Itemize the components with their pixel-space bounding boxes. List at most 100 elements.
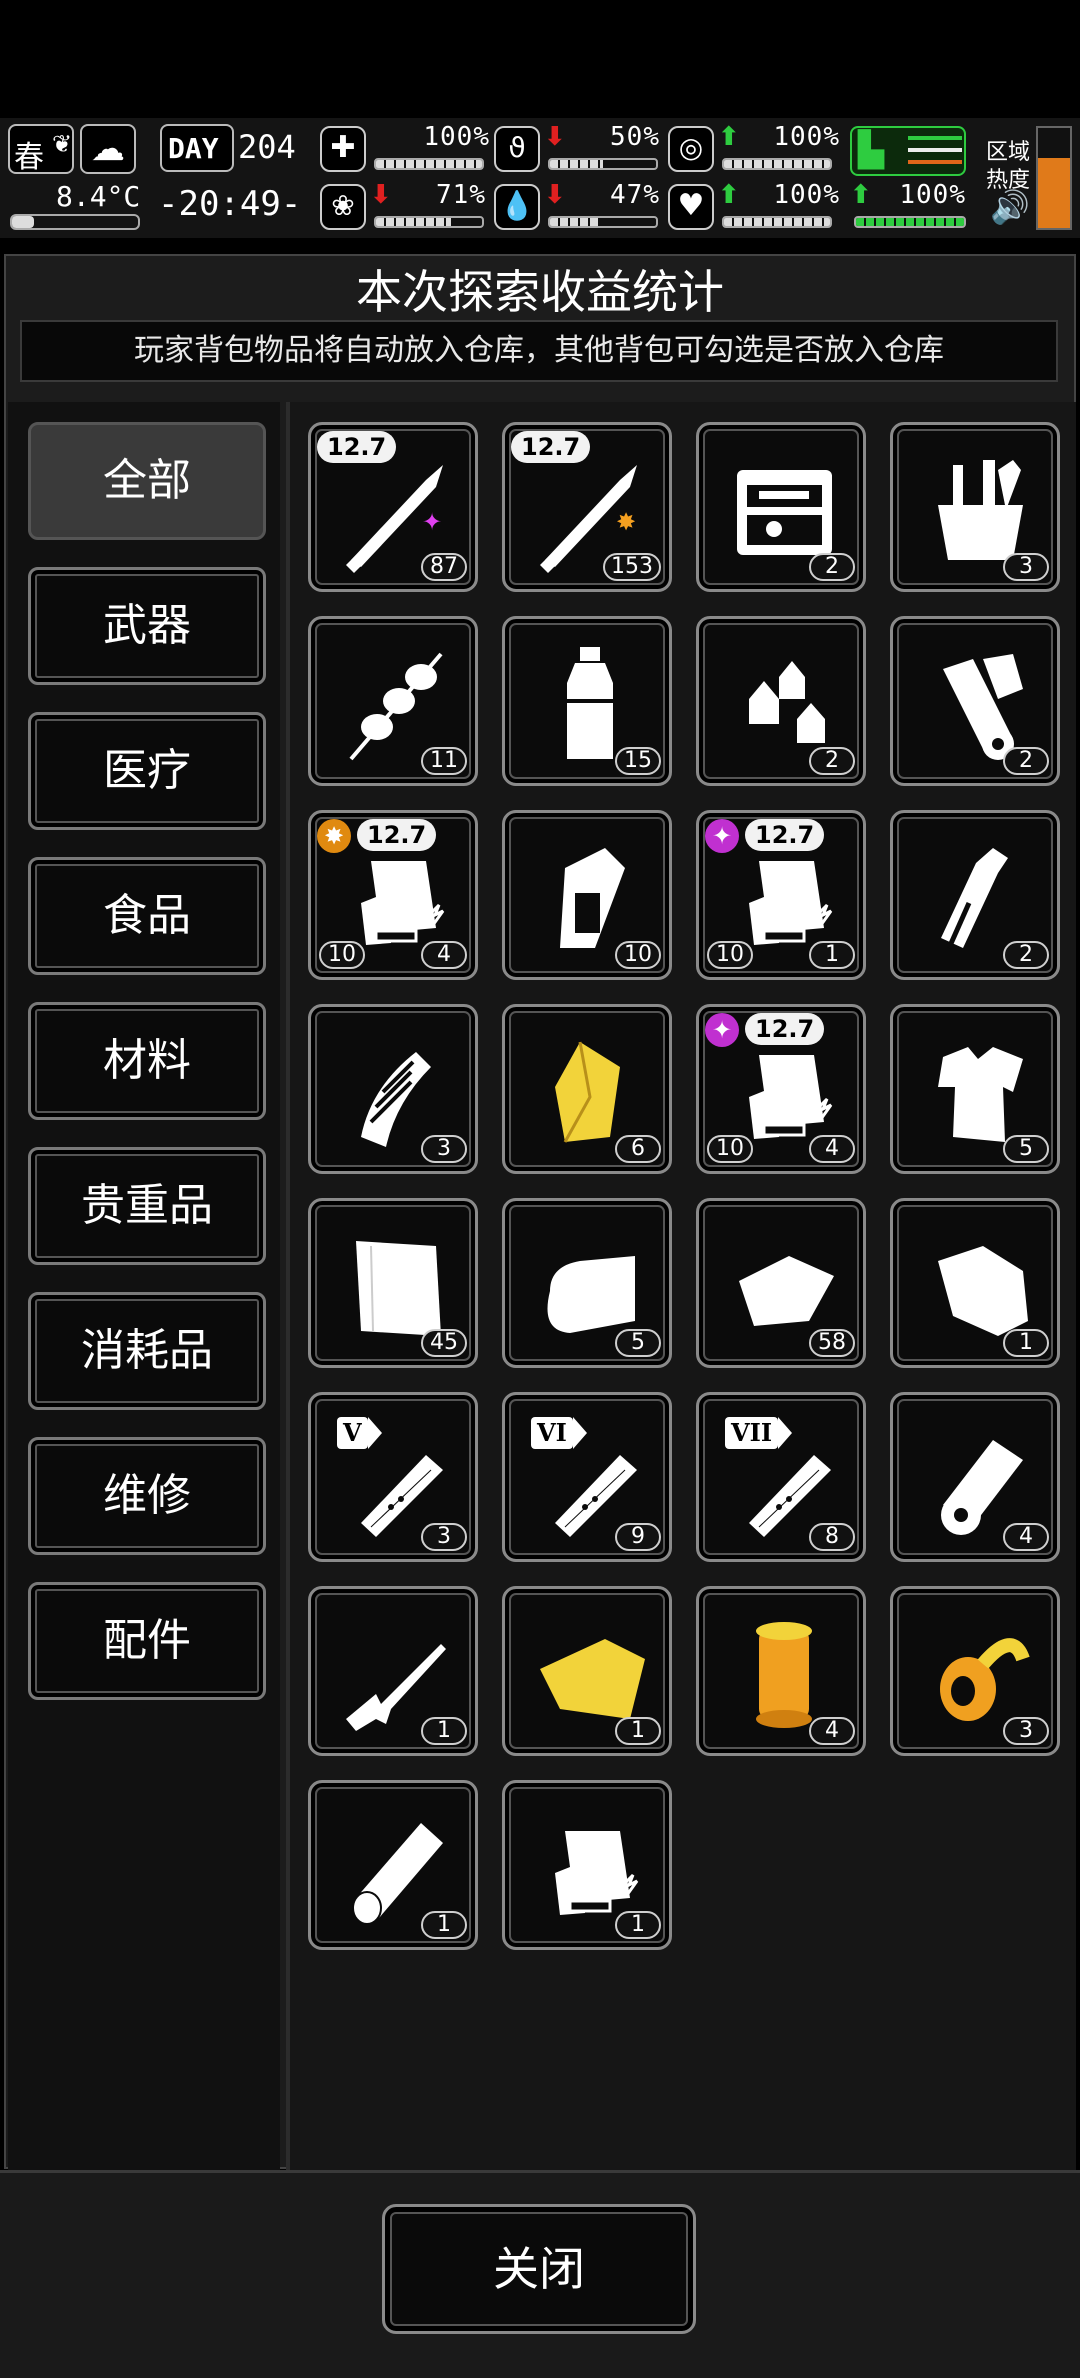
item-count: 1 (421, 1911, 467, 1939)
day-label: DAY (168, 132, 219, 165)
item-slot[interactable]: 15 (502, 616, 672, 786)
item-slot[interactable]: 3 (308, 1004, 478, 1174)
item-slot[interactable]: 4 (696, 1586, 866, 1756)
item-slot[interactable]: 3 (890, 1586, 1060, 1756)
category-tab-7[interactable]: 维修 (28, 1437, 266, 1555)
item-slot[interactable]: 10 (502, 810, 672, 980)
item-slot[interactable]: 2 (890, 616, 1060, 786)
explosive-effect-icon: ✸ (317, 819, 351, 853)
item-slot[interactable]: 45 (308, 1198, 478, 1368)
category-tab-5[interactable]: 贵重品 (28, 1147, 266, 1265)
mental-value: 71% (436, 180, 486, 210)
item-count: 2 (1003, 747, 1049, 775)
item-count: 6 (615, 1135, 661, 1163)
region-heat-meter (1036, 126, 1072, 230)
thermometer-icon (10, 214, 140, 230)
category-tab-0[interactable]: 全部 (28, 422, 266, 540)
arrow-down-icon: ⬇ (370, 180, 392, 210)
item-count: 4 (809, 1135, 855, 1163)
item-count: 2 (809, 747, 855, 775)
category-tab-2[interactable]: 医疗 (28, 712, 266, 830)
panel-title: 本次探索收益统计 (356, 265, 724, 319)
leaf-icon: ❦ (52, 130, 73, 158)
item-sub-count: 10 (707, 1135, 753, 1163)
item-count: 11 (421, 747, 467, 775)
speaker-icon[interactable]: 🔊 (990, 188, 1030, 226)
item-count: 153 (603, 553, 661, 581)
boot-icon: ▙ (850, 126, 966, 176)
item-sub-count: 10 (707, 941, 753, 969)
item-slot[interactable]: 1 (502, 1586, 672, 1756)
caliber-tag: 12.7 (511, 431, 591, 463)
item-count: 8 (809, 1523, 855, 1551)
item-count: 3 (421, 1523, 467, 1551)
health-value: 100% (423, 122, 490, 152)
item-slot[interactable]: 2 (696, 616, 866, 786)
item-slot[interactable]: 12.7 ✦ 87 (308, 422, 478, 592)
hunger-bar (548, 158, 658, 170)
item-slot[interactable]: 4 (890, 1392, 1060, 1562)
item-count: 4 (421, 941, 467, 969)
item-slot[interactable]: 5 (502, 1198, 672, 1368)
heart-bar (722, 216, 832, 228)
speed-bar (854, 216, 966, 228)
item-count: 5 (615, 1329, 661, 1357)
item-count: 3 (421, 1135, 467, 1163)
heart-icon: ♥ (668, 184, 714, 230)
explosive-effect-icon: ✸ (615, 508, 637, 536)
item-slot[interactable]: 12.7 ✸ 153 (502, 422, 672, 592)
caliber-tag: 12.7 (317, 431, 397, 463)
category-sidebar: 全部武器医疗食品材料贵重品消耗品维修配件 (8, 402, 280, 2172)
item-count: 1 (421, 1717, 467, 1745)
category-tab-6[interactable]: 消耗品 (28, 1292, 266, 1410)
item-count: 9 (615, 1523, 661, 1551)
grade-tag: VII (725, 1417, 793, 1449)
item-slot[interactable]: V3 (308, 1392, 478, 1562)
item-slot[interactable]: 58 (696, 1198, 866, 1368)
item-slot[interactable]: 11 (308, 616, 478, 786)
item-slot[interactable]: 12.7 ✸ 10 4 (308, 810, 478, 980)
speed-value: 100% (899, 180, 966, 210)
item-slot[interactable]: VI 9 (502, 1392, 672, 1562)
item-slot[interactable]: 12.7 ✦ 10 4 (696, 1004, 866, 1174)
spark-effect-icon: ✦ (705, 1013, 739, 1047)
item-sub-count: 10 (319, 941, 365, 969)
water-drop-icon: 💧 (494, 184, 540, 230)
stamina-bar (722, 158, 832, 170)
stamina-value: 100% (773, 122, 840, 152)
category-tab-4[interactable]: 材料 (28, 1002, 266, 1120)
season-label: 春 (14, 140, 44, 175)
item-slot[interactable]: 1 (502, 1780, 672, 1950)
mental-bar (374, 216, 484, 228)
item-slot[interactable]: 12.7 ✦ 10 1 (696, 810, 866, 980)
item-slot[interactable]: 1 (308, 1780, 478, 1950)
item-count: 3 (1003, 553, 1049, 581)
item-slot[interactable]: 2 (696, 422, 866, 592)
item-slot[interactable]: 1 (890, 1198, 1060, 1368)
health-bar (374, 158, 484, 170)
category-tab-1[interactable]: 武器 (28, 567, 266, 685)
heart-value: 100% (773, 180, 840, 210)
close-button[interactable]: 关闭 (382, 2204, 696, 2334)
spark-effect-icon: ✦ (421, 508, 443, 536)
item-count: 15 (615, 747, 661, 775)
caliber-tag: 12.7 (357, 819, 437, 851)
item-count: 2 (1003, 941, 1049, 969)
item-slot[interactable]: 2 (890, 810, 1060, 980)
item-count: 4 (809, 1717, 855, 1745)
item-grid: 12.7 ✦ 87 12.7 ✸ 153 2 3 11 15 2 2 12.7 ✸ 10 4 10 12.7 ✦ 10… (286, 402, 1076, 2172)
item-slot[interactable]: 6 (502, 1004, 672, 1174)
item-slot[interactable]: 1 (308, 1586, 478, 1756)
item-count: 1 (615, 1717, 661, 1745)
item-slot[interactable]: 5 (890, 1004, 1060, 1174)
lungs-icon: ◎ (668, 126, 714, 172)
grade-tag: V (337, 1417, 382, 1449)
grade-tag: VI (531, 1417, 587, 1449)
item-slot[interactable]: 3 (890, 422, 1060, 592)
item-slot[interactable]: VII 8 (696, 1392, 866, 1562)
temperature-readout: 8.4°C (56, 180, 141, 213)
category-tab-3[interactable]: 食品 (28, 857, 266, 975)
category-tab-8[interactable]: 配件 (28, 1582, 266, 1700)
medkit-icon: ✚ (320, 126, 366, 172)
arrow-up-icon: ⬆ (718, 180, 740, 210)
